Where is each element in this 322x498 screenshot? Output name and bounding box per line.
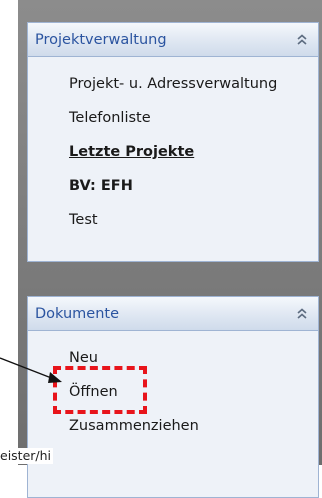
cut-off-label: eister/hi [0, 448, 54, 464]
pointer-arrow-icon [0, 357, 62, 383]
